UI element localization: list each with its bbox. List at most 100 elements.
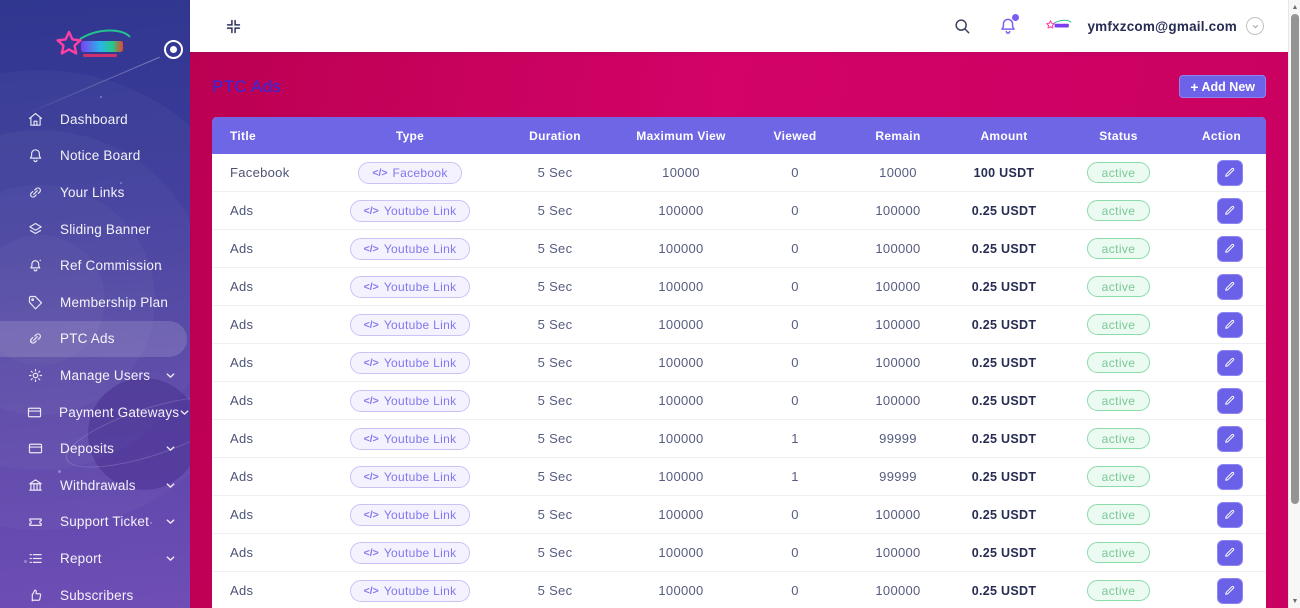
sidebar-item-ref-commission[interactable]: Ref Commission	[0, 247, 190, 284]
column-header-duration: Duration	[529, 128, 581, 143]
cell-type: </> Youtube Link	[330, 199, 490, 222]
scrollbar-up-arrow[interactable]: ▲	[1289, 0, 1300, 14]
column-header-amount: Amount	[980, 128, 1028, 143]
cell-title: Ads	[230, 431, 254, 446]
edit-button[interactable]	[1216, 501, 1243, 528]
link-icon	[26, 183, 44, 201]
compress-icon[interactable]	[224, 17, 243, 36]
cell-amount: 0.25 USDT	[971, 279, 1037, 294]
cell-type: </> Youtube Link	[330, 389, 490, 412]
cell-amount: 0.25 USDT	[971, 545, 1037, 560]
cell-viewed: 0	[791, 393, 799, 408]
edit-button[interactable]	[1216, 311, 1243, 338]
cell-amount: 0.25 USDT	[971, 393, 1037, 408]
scrollbar-thumb[interactable]	[1291, 14, 1299, 504]
cell-amount: 0.25 USDT	[971, 507, 1037, 522]
cell-remain: 100000	[875, 203, 921, 218]
content-area: PTC Ads + Add New Title Type Duration Maxim…	[190, 52, 1288, 608]
cell-viewed: 0	[791, 545, 799, 560]
cell-duration: 5 Sec	[537, 317, 573, 332]
cell-title: Ads	[230, 393, 254, 408]
chevron-down-icon	[165, 516, 176, 527]
column-header-remain: Remain	[875, 128, 921, 143]
cell-viewed: 0	[791, 241, 799, 256]
table-row: Facebook </> Facebook 5 Sec 10000 0 1000…	[212, 154, 1266, 192]
sidebar-menu: Dashboard Notice Board Your Links Slidin…	[0, 101, 190, 608]
cell-maximum-view: 100000	[658, 279, 704, 294]
table-row: Ads </> Youtube Link 5 Sec 100000 0 1000…	[212, 496, 1266, 534]
edit-button[interactable]	[1216, 273, 1243, 300]
cell-title: Ads	[230, 545, 254, 560]
sidebar-item-deposits[interactable]: Deposits	[0, 430, 190, 467]
cell-type: </> Youtube Link	[330, 541, 490, 564]
edit-button[interactable]	[1216, 387, 1243, 414]
edit-button[interactable]	[1216, 539, 1243, 566]
sidebar-item-support-ticket[interactable]: Support Ticket	[0, 504, 190, 541]
cell-status: active	[1060, 390, 1177, 411]
sidebar-toggle-button[interactable]	[164, 40, 183, 59]
plus-icon: +	[1190, 78, 1199, 95]
code-icon: </>	[363, 546, 379, 559]
sidebar-item-payment-gateways[interactable]: Payment Gateways	[0, 394, 190, 431]
status-badge: active	[1086, 580, 1151, 601]
cell-action	[1177, 159, 1266, 186]
code-icon: </>	[372, 166, 388, 179]
cell-title: Ads	[230, 507, 254, 522]
code-icon: </>	[363, 356, 379, 369]
cell-status: active	[1060, 504, 1177, 525]
status-badge: active	[1086, 314, 1151, 335]
cell-action	[1177, 273, 1266, 300]
sidebar-item-withdrawals[interactable]: Withdrawals	[0, 467, 190, 504]
cell-title: Ads	[230, 241, 254, 256]
cell-remain: 100000	[875, 279, 921, 294]
sidebar-item-sliding-banner[interactable]: Sliding Banner	[0, 211, 190, 248]
bell-icon[interactable]	[998, 14, 1020, 36]
avatar-logo	[1044, 15, 1078, 37]
sidebar-item-manage-users[interactable]: Manage Users	[0, 357, 190, 394]
add-new-button[interactable]: + Add New	[1179, 75, 1266, 98]
sidebar-item-membership-plan[interactable]: Membership Plan	[0, 284, 190, 321]
sidebar-item-dashboard[interactable]: Dashboard	[0, 101, 190, 138]
search-icon[interactable]	[952, 16, 972, 36]
code-icon: </>	[363, 204, 379, 217]
type-badge: </> Youtube Link	[349, 541, 471, 564]
link-icon	[26, 330, 44, 348]
status-badge: active	[1086, 504, 1151, 525]
cell-type: </> Youtube Link	[330, 351, 490, 374]
sidebar-item-your-links[interactable]: Your Links	[0, 174, 190, 211]
edit-button[interactable]	[1216, 159, 1243, 186]
code-icon: </>	[363, 318, 379, 331]
cell-amount: 0.25 USDT	[971, 241, 1037, 256]
table-row: Ads </> Youtube Link 5 Sec 100000 0 1000…	[212, 192, 1266, 230]
edit-button[interactable]	[1216, 577, 1243, 604]
sidebar-item-subscribers[interactable]: Subscribers	[0, 577, 190, 608]
brand-logo[interactable]	[50, 24, 150, 74]
sidebar: Dashboard Notice Board Your Links Slidin…	[0, 0, 190, 608]
edit-button[interactable]	[1216, 197, 1243, 224]
edit-button[interactable]	[1216, 463, 1243, 490]
column-header-type: Type	[395, 128, 425, 143]
sidebar-item-ptc-ads[interactable]: PTC Ads	[0, 320, 187, 358]
cell-viewed: 0	[791, 355, 799, 370]
edit-button[interactable]	[1216, 425, 1243, 452]
status-badge: active	[1086, 352, 1151, 373]
cell-title: Facebook	[230, 165, 290, 180]
edit-button[interactable]	[1216, 349, 1243, 376]
table-header: Title Type Duration Maximum View Viewed Remai…	[212, 117, 1266, 154]
cell-type: </> Youtube Link	[330, 465, 490, 488]
cell-amount: 0.25 USDT	[971, 317, 1037, 332]
cell-action	[1177, 425, 1266, 452]
cell-amount: 0.25 USDT	[971, 469, 1037, 484]
scrollbar-down-arrow[interactable]: ▼	[1289, 594, 1300, 608]
type-badge: </> Facebook	[358, 161, 462, 184]
code-icon: </>	[363, 470, 379, 483]
sidebar-item-notice-board[interactable]: Notice Board	[0, 138, 190, 175]
type-badge: </> Youtube Link	[349, 199, 471, 222]
bank-icon	[26, 476, 44, 494]
cell-remain: 100000	[875, 355, 921, 370]
page-scrollbar: ▲ ▼	[1288, 0, 1300, 608]
sidebar-item-report[interactable]: Report	[0, 540, 190, 577]
cell-status: active	[1060, 314, 1177, 335]
edit-button[interactable]	[1216, 235, 1243, 262]
user-menu[interactable]: ymfxzcom@gmail.com	[1044, 15, 1264, 37]
